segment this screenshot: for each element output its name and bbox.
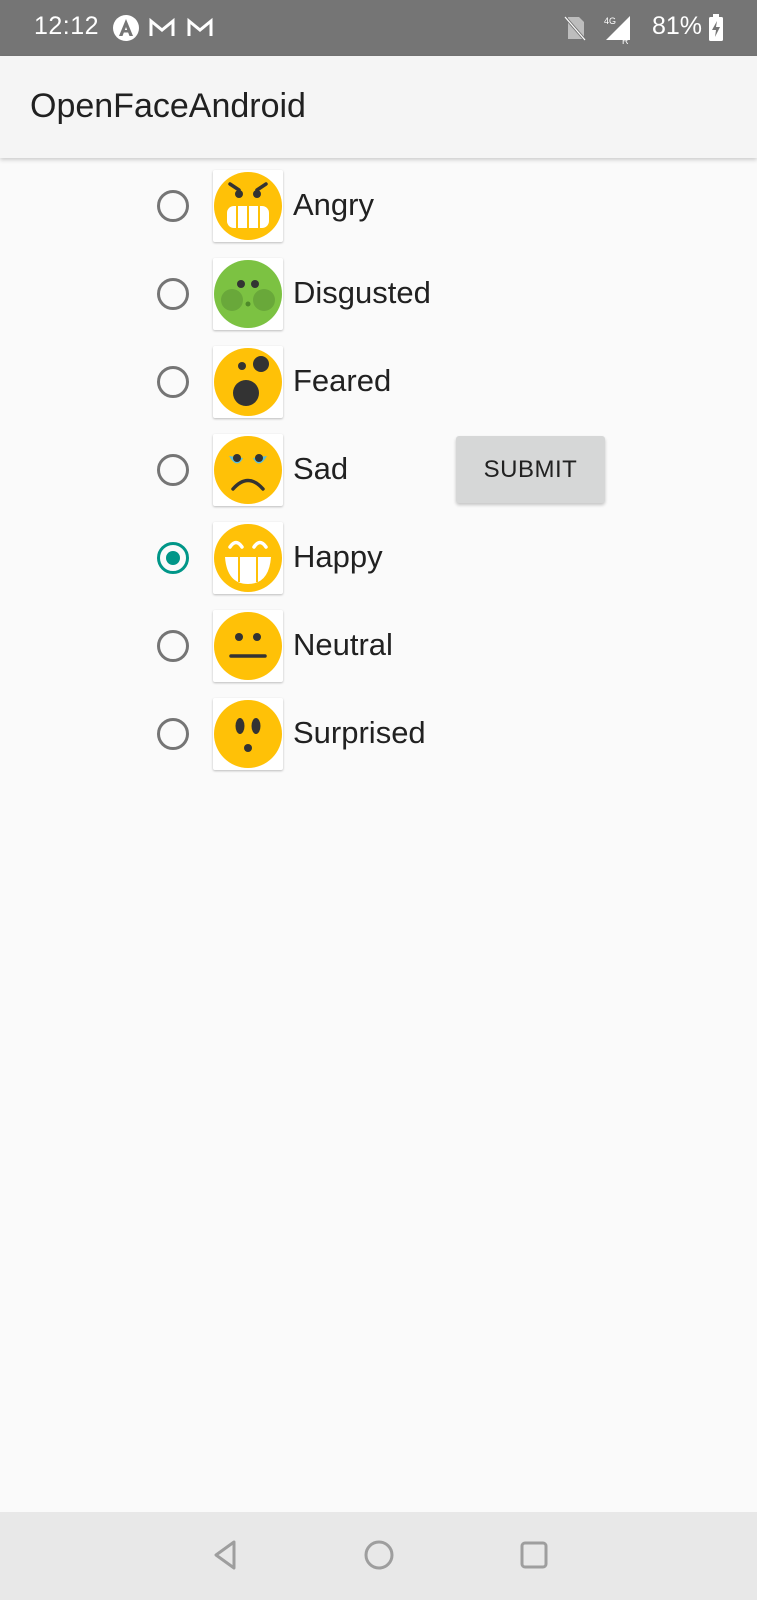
android-studio-icon	[112, 14, 140, 47]
emotion-option-neutral[interactable]: Neutral	[150, 610, 470, 690]
happy-face-icon	[213, 522, 283, 594]
home-icon[interactable]	[363, 1538, 395, 1577]
battery-percent: 81%	[652, 12, 703, 40]
status-bar: 12:12 4G R 81%	[0, 0, 757, 56]
navigation-bar	[0, 1512, 757, 1600]
back-icon[interactable]	[210, 1538, 240, 1577]
radio-button[interactable]	[157, 366, 189, 398]
emotion-label: Surprised	[293, 715, 426, 750]
emotion-option-sad[interactable]: Sad	[150, 434, 470, 514]
fearful-face-icon	[213, 346, 283, 418]
roaming-indicator: R	[622, 36, 629, 44]
emotion-option-disgusted[interactable]: Disgusted	[150, 258, 470, 338]
surprised-face-icon	[213, 698, 283, 770]
radio-button[interactable]	[157, 630, 189, 662]
emotion-label: Happy	[293, 539, 383, 574]
app-bar: OpenFaceAndroid	[0, 56, 757, 158]
emotion-label: Angry	[293, 187, 374, 222]
angry-face-icon	[213, 170, 283, 242]
network-type: 4G	[604, 16, 616, 26]
status-time: 12:12	[34, 12, 100, 40]
disgusted-face-icon	[213, 258, 283, 330]
emotion-label: Feared	[293, 363, 392, 398]
emotion-option-angry[interactable]: Angry	[150, 170, 470, 250]
radio-button[interactable]	[157, 454, 189, 486]
neutral-face-icon	[213, 610, 283, 682]
radio-button[interactable]	[157, 718, 189, 750]
recents-icon[interactable]	[518, 1538, 550, 1577]
no-sim-icon	[562, 14, 588, 47]
signal-icon: 4G R	[596, 14, 636, 49]
radio-button[interactable]	[157, 190, 189, 222]
submit-button[interactable]: SUBMIT	[456, 436, 605, 503]
app-title: OpenFaceAndroid	[30, 87, 306, 125]
gmail-icon	[186, 14, 214, 47]
emotion-option-happy[interactable]: Happy	[150, 522, 470, 602]
radio-button[interactable]	[157, 278, 189, 310]
emotion-label: Neutral	[293, 627, 393, 662]
emotion-option-surprised[interactable]: Surprised	[150, 698, 470, 778]
gmail-icon	[148, 14, 176, 47]
emotion-label: Sad	[293, 451, 349, 486]
emotion-label: Disgusted	[293, 275, 431, 310]
emotion-option-feared[interactable]: Feared	[150, 346, 470, 426]
sad-face-icon	[213, 434, 283, 506]
radio-button-checked[interactable]	[157, 542, 189, 574]
battery-charging-icon	[708, 14, 724, 47]
